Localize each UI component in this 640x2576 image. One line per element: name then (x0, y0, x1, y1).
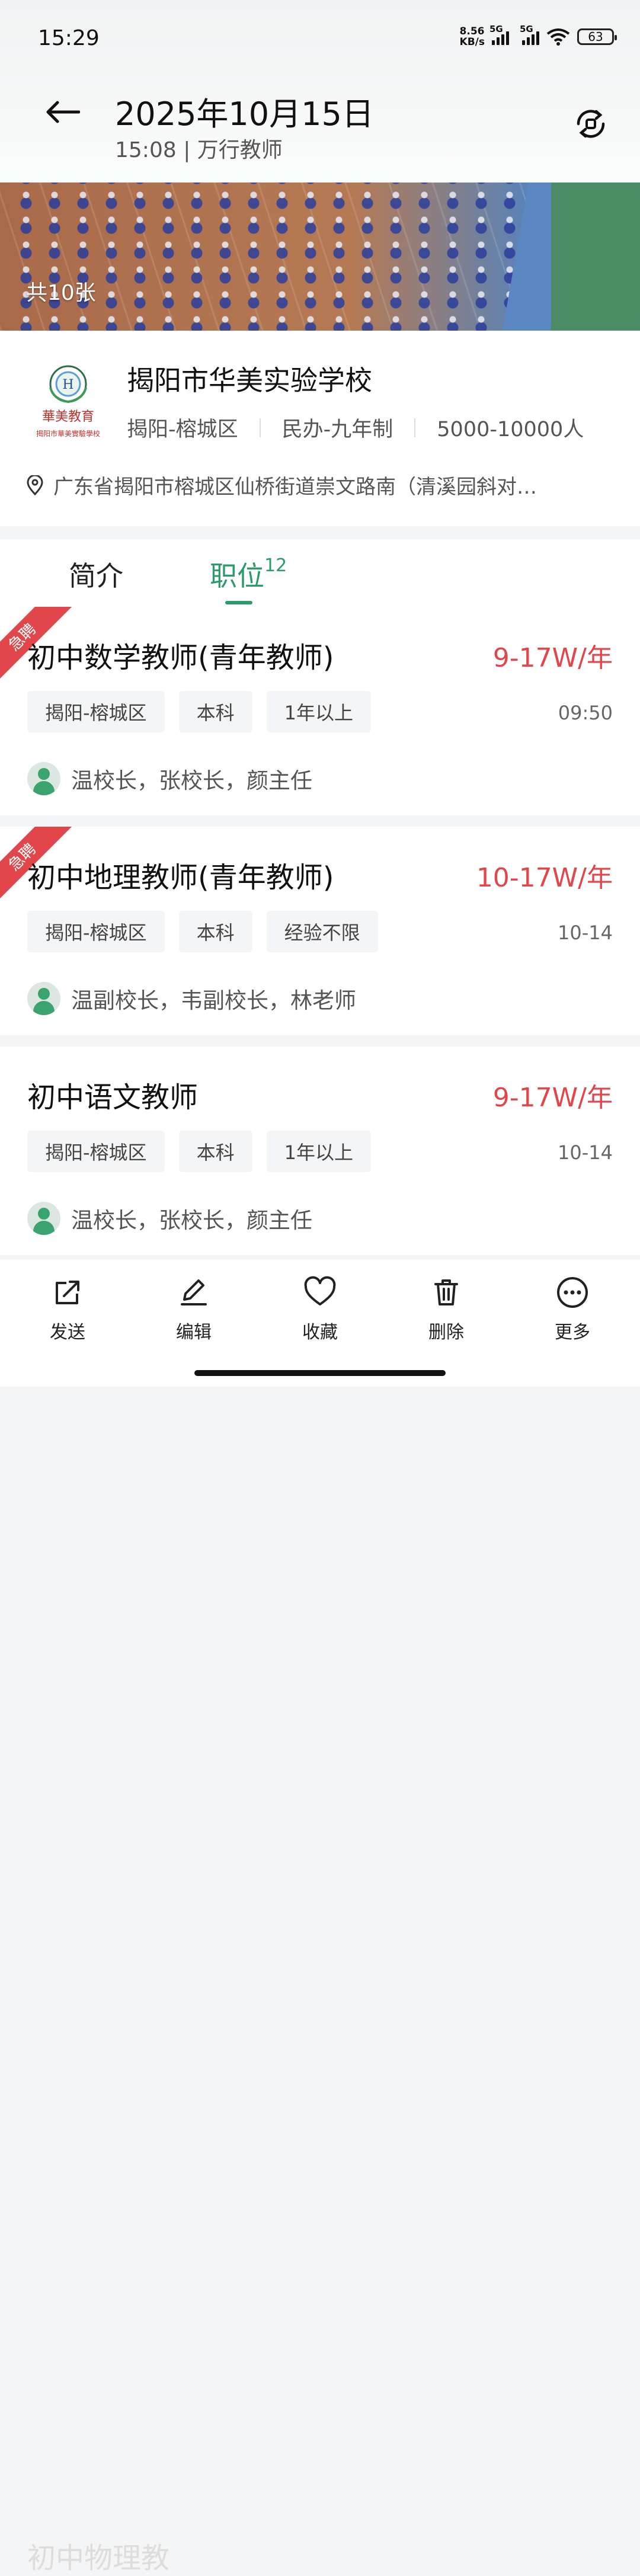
avatar-icon (27, 1202, 60, 1235)
tab-jobs-label: 职位 (210, 560, 264, 592)
status-icons: 8.56 KB/s 5G 5G 63 (460, 24, 617, 47)
job-title: 初中数学教师(青年教师) (27, 641, 334, 674)
battery-level: 63 (588, 30, 603, 44)
divider (259, 418, 261, 437)
next-job-title-peek: 初中物理教 (27, 2542, 170, 2575)
school-region: 揭阳-榕城区 (127, 418, 238, 441)
job-title: 初中地理教师(青年教师) (27, 861, 334, 894)
address-text: 广东省揭阳市榕城区仙桥街道崇文路南（清溪园斜对… (53, 475, 537, 499)
tag-location: 揭阳-榕城区 (27, 911, 165, 952)
job-tags: 揭阳-榕城区 本科 1年以上 (27, 691, 371, 732)
delete-button[interactable]: 删除 (411, 1275, 482, 1343)
job-tags: 揭阳-榕城区 本科 经验不限 (27, 911, 378, 952)
tab-jobs[interactable]: 职位12 (210, 555, 287, 594)
school-type: 民办-九年制 (281, 418, 393, 441)
tab-bar: 简介 职位12 (0, 539, 640, 607)
logo-text-1: 華美教育 (42, 409, 94, 424)
share-icon (56, 1281, 79, 1304)
favorite-button[interactable]: 收藏 (284, 1275, 356, 1343)
banner-field (551, 183, 640, 331)
home-indicator[interactable] (194, 1370, 446, 1376)
logo-text-2: 揭阳市華美實驗學校 (36, 429, 100, 438)
tag-education: 本科 (178, 1131, 252, 1172)
rotate-icon[interactable] (571, 104, 610, 143)
favorite-label: 收藏 (302, 1322, 338, 1343)
banner-students (12, 183, 533, 331)
tag-experience: 1年以上 (266, 691, 371, 732)
tag-experience: 经验不限 (266, 911, 378, 952)
sim2-label: 5G (520, 24, 533, 34)
bottom-toolbar: 初中物理教 发送 编辑 收藏 删除 更多 (0, 1259, 640, 2575)
job-contacts: 温副校长，韦副校长，林老师 (27, 982, 356, 1015)
edit-button[interactable]: 编辑 (158, 1275, 229, 1343)
job-date: 10-14 (558, 1141, 613, 1164)
job-card[interactable]: 急聘 初中数学教师(青年教师) 9-17W/年 揭阳-榕城区 本科 1年以上 0… (0, 607, 640, 815)
send-label: 发送 (50, 1322, 85, 1343)
signal-icon-2: 5G (520, 24, 539, 45)
wifi-icon (546, 28, 570, 46)
job-card[interactable]: 初中语文教师 9-17W/年 揭阳-榕城区 本科 1年以上 10-14 温校长，… (0, 1047, 640, 1255)
pencil-icon (181, 1279, 207, 1305)
net-speed-unit: KB/s (459, 36, 485, 48)
header: 15:29 8.56 KB/s 5G 5G 63 2025年10月15日 15:… (0, 0, 640, 183)
job-salary: 9-17W/年 (492, 1083, 613, 1113)
tag-education: 本科 (178, 911, 252, 952)
back-arrow-icon (46, 101, 80, 123)
tag-education: 本科 (178, 691, 252, 732)
signal-icon: 5G (489, 24, 509, 45)
job-contacts: 温校长，张校长，颜主任 (27, 762, 312, 795)
page-subtitle: 15:08 | 万行教师 (115, 138, 283, 162)
avatar-icon (27, 982, 60, 1015)
net-speed-value: 8.56 (459, 25, 485, 37)
avatar-icon (27, 762, 60, 795)
school-size: 5000-10000人 (437, 418, 584, 441)
status-time: 15:29 (38, 26, 100, 50)
more-label: 更多 (555, 1322, 590, 1343)
location-pin-icon (27, 475, 43, 495)
school-logo: H 華美教育 揭阳市華美實驗學校 (36, 365, 100, 438)
sim1-label: 5G (489, 24, 503, 34)
tag-location: 揭阳-榕城区 (27, 691, 165, 732)
tag-experience: 1年以上 (266, 1131, 371, 1172)
page-title: 2025年10月15日 (115, 95, 374, 133)
school-info: H 華美教育 揭阳市華美實驗學校 揭阳市华美实验学校 揭阳-榕城区 民办-九年制… (0, 331, 640, 526)
job-contacts: 温校长，张校长，颜主任 (27, 1202, 312, 1235)
school-address[interactable]: 广东省揭阳市榕城区仙桥街道崇文路南（清溪园斜对… (26, 471, 619, 500)
svg-text:H: H (62, 377, 73, 392)
contact-names: 温校长，张校长，颜主任 (71, 1208, 312, 1233)
more-button[interactable]: 更多 (537, 1275, 608, 1343)
send-button[interactable]: 发送 (32, 1275, 103, 1343)
school-meta: 揭阳-榕城区 民办-九年制 5000-10000人 (127, 412, 584, 443)
more-icon (557, 1277, 588, 1308)
delete-label: 删除 (428, 1322, 464, 1343)
battery-icon: 63 (577, 28, 617, 45)
back-button[interactable] (40, 90, 84, 134)
job-card[interactable]: 急聘 初中地理教师(青年教师) 10-17W/年 揭阳-榕城区 本科 经验不限 … (0, 827, 640, 1035)
edit-label: 编辑 (176, 1322, 212, 1343)
divider (414, 418, 416, 437)
tab-intro[interactable]: 简介 (69, 555, 123, 594)
tab-jobs-count: 12 (264, 555, 287, 576)
heart-icon (304, 1276, 336, 1305)
contact-names: 温副校长，韦副校长，林老师 (71, 988, 356, 1013)
job-salary: 10-17W/年 (476, 863, 613, 893)
net-speed: 8.56 KB/s (460, 26, 485, 47)
tag-location: 揭阳-榕城区 (27, 1131, 165, 1172)
tab-intro-label: 简介 (69, 560, 123, 592)
job-date: 10-14 (558, 921, 613, 944)
photo-count: 共10张 (26, 281, 96, 305)
job-title: 初中语文教师 (27, 1081, 199, 1114)
job-salary: 9-17W/年 (492, 643, 613, 673)
photo-banner[interactable] (0, 183, 640, 331)
school-name: 揭阳市华美实验学校 (127, 364, 372, 396)
status-bar: 15:29 8.56 KB/s 5G 5G 63 (0, 0, 640, 71)
job-tags: 揭阳-榕城区 本科 1年以上 (27, 1131, 371, 1172)
trash-icon (434, 1279, 458, 1305)
tab-active-indicator (225, 601, 252, 604)
job-date: 09:50 (558, 702, 613, 724)
contact-names: 温校长，张校长，颜主任 (71, 768, 312, 793)
